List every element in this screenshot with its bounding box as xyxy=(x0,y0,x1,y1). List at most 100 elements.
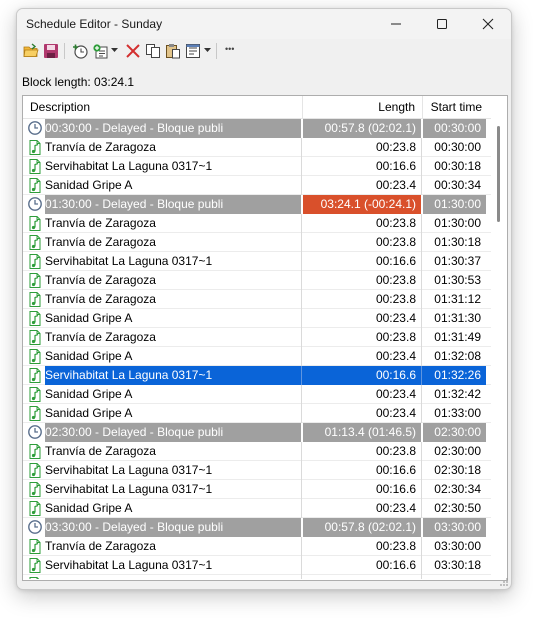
row-start-time: 02:30:00 xyxy=(421,442,486,461)
list-item[interactable]: Servihabitat La Laguna 0317~1 00:16.6 02:3… xyxy=(23,480,491,499)
row-description: Tranvía de Zaragoza xyxy=(45,539,156,553)
row-length: 00:23.8 xyxy=(301,442,421,461)
list-item[interactable]: Tranvía de Zaragoza 00:23.8 01:31:49 xyxy=(23,328,491,347)
save-button[interactable] xyxy=(41,41,61,61)
toolbar-separator xyxy=(216,43,217,59)
title-bar[interactable]: Schedule Editor - Sunday xyxy=(17,9,511,39)
row-start-time: 01:30:53 xyxy=(421,271,486,290)
row-start-time: 00:30:00 xyxy=(421,138,486,157)
row-description: Sanidad Gripe A xyxy=(45,387,133,401)
block-row[interactable]: 00:30:00 - Delayed - Bloque publi 00:57.8… xyxy=(23,119,491,138)
list-item[interactable]: Servihabitat La Laguna 0317~1 00:16.6 02:3… xyxy=(23,461,491,480)
row-description: Tranvía de Zaragoza xyxy=(45,444,156,458)
list-item[interactable]: Sanidad Gripe A 00:23.4 01:31:30 xyxy=(23,309,491,328)
list-item[interactable]: Tranvía de Zaragoza 00:23.8 01:30:53 xyxy=(23,271,491,290)
list-item[interactable]: Tranvía de Zaragoza 00:23.8 00:30:00 xyxy=(23,138,491,157)
audio-file-icon xyxy=(27,291,43,308)
window-title: Schedule Editor - Sunday xyxy=(26,17,163,31)
row-length: 00:23.8 xyxy=(301,214,421,233)
minimize-icon xyxy=(391,23,401,25)
row-length: 00:16.6 xyxy=(301,366,421,385)
clock-icon xyxy=(27,424,43,441)
list-item[interactable]: Tranvía de Zaragoza 00:23.8 03:30:00 xyxy=(23,537,491,556)
block-row[interactable]: 02:30:00 - Delayed - Bloque publi 01:13.4… xyxy=(23,423,491,442)
row-start-time: 01:31:49 xyxy=(421,328,486,347)
schedule-list[interactable]: Description Length Start time 00:30:00 -… xyxy=(22,95,508,581)
copy-button[interactable] xyxy=(143,41,163,61)
row-length: 00:16.6 xyxy=(301,480,421,499)
toolbar: ••• xyxy=(17,39,511,63)
row-length: 00:23.8 xyxy=(301,138,421,157)
column-header-description[interactable]: Description xyxy=(30,96,90,118)
minimize-button[interactable] xyxy=(373,9,419,39)
row-description: Tranvía de Zaragoza xyxy=(45,292,156,306)
chevron-down-icon[interactable] xyxy=(111,48,118,53)
list-item[interactable]: Tranvía de Zaragoza 00:23.8 01:31:12 xyxy=(23,290,491,309)
row-start-time: 01:30:18 xyxy=(421,233,486,252)
more-icon: ••• xyxy=(225,44,235,54)
row-description: Tranvía de Zaragoza xyxy=(45,273,156,287)
maximize-button[interactable] xyxy=(419,9,465,39)
row-length: 00:23.4 xyxy=(301,385,421,404)
row-start-time: 01:32:08 xyxy=(421,347,486,366)
insert-item-button[interactable] xyxy=(90,41,110,61)
clock-icon xyxy=(27,120,43,137)
save-icon xyxy=(44,44,58,58)
list-item[interactable]: Servihabitat La Laguna 0317~1 00:16.6 00:3… xyxy=(23,157,491,176)
row-description: 03:30:00 - Delayed - Bloque publi xyxy=(45,518,301,537)
list-item[interactable]: Sanidad Gripe A 00:23.4 01:32:08 xyxy=(23,347,491,366)
audio-file-icon xyxy=(27,158,43,175)
list-header: Description Length Start time xyxy=(23,96,491,119)
column-header-length[interactable]: Length xyxy=(302,96,419,118)
row-description: Servihabitat La Laguna 0317~1 xyxy=(45,159,213,173)
list-item[interactable]: Sanidad Gripe A 00:23.4 00:30:34 xyxy=(23,176,491,195)
row-description: Sanidad Gripe A xyxy=(45,178,133,192)
properties-button[interactable] xyxy=(183,41,203,61)
list-item[interactable]: Tranvía de Zaragoza 00:23.8 01:30:18 xyxy=(23,233,491,252)
row-description: Tranvía de Zaragoza xyxy=(45,216,156,230)
list-item[interactable]: Sanidad Gripe A 00:23.4 02:30:50 xyxy=(23,499,491,518)
paste-button[interactable] xyxy=(163,41,183,61)
scrollbar-thumb[interactable] xyxy=(497,126,500,222)
list-item[interactable]: Tranvía de Zaragoza00:23.803:30:34 xyxy=(23,575,491,579)
resize-grip-icon[interactable] xyxy=(499,577,509,587)
open-button[interactable] xyxy=(21,41,41,61)
open-folder-icon xyxy=(23,43,39,57)
row-description: Sanidad Gripe A xyxy=(45,501,133,515)
block-row[interactable]: 03:30:00 - Delayed - Bloque publi 00:57.8… xyxy=(23,518,491,537)
add-clock-button[interactable] xyxy=(70,41,90,61)
row-description: Tranvía de Zaragoza xyxy=(45,140,156,154)
copy-icon xyxy=(146,44,160,58)
clock-icon xyxy=(27,519,43,536)
row-start-time: 01:31:30 xyxy=(421,309,486,328)
close-button[interactable] xyxy=(465,9,511,39)
audio-file-icon xyxy=(27,405,43,422)
list-item[interactable]: Servihabitat La Laguna 0317~1 00:16.6 01:3… xyxy=(23,252,491,271)
row-description: Tranvía de Zaragoza xyxy=(45,575,301,579)
row-start-time: 03:30:00 xyxy=(421,537,486,556)
list-item[interactable]: Tranvía de Zaragoza 00:23.8 02:30:00 xyxy=(23,442,491,461)
row-description: 01:30:00 - Delayed - Bloque publi xyxy=(45,195,301,214)
list-item[interactable]: Sanidad Gripe A 00:23.4 01:32:42 xyxy=(23,385,491,404)
insert-item-icon xyxy=(93,44,108,59)
maximize-icon xyxy=(437,19,447,29)
row-start-time: 03:30:00 xyxy=(421,518,486,537)
row-start-time: 02:30:18 xyxy=(421,461,486,480)
delete-button[interactable] xyxy=(123,41,143,61)
list-item[interactable]: Tranvía de Zaragoza 00:23.8 01:30:00 xyxy=(23,214,491,233)
chevron-down-icon[interactable] xyxy=(204,48,211,53)
row-description: Sanidad Gripe A xyxy=(45,406,133,420)
list-item[interactable]: Servihabitat La Laguna 0317~1 00:16.6 01:3… xyxy=(23,366,491,385)
list-item[interactable]: Servihabitat La Laguna 0317~1 00:16.6 03:3… xyxy=(23,556,491,575)
row-start-time: 03:30:18 xyxy=(421,556,486,575)
more-button[interactable]: ••• xyxy=(222,41,248,61)
list-item[interactable]: Sanidad Gripe A 00:23.4 01:33:00 xyxy=(23,404,491,423)
block-row[interactable]: 01:30:00 - Delayed - Bloque publi 03:24.1… xyxy=(23,195,491,214)
audio-file-icon xyxy=(27,500,43,517)
list-rows: 00:30:00 - Delayed - Bloque publi 00:57.8… xyxy=(23,119,491,579)
vertical-scrollbar[interactable] xyxy=(491,96,507,580)
audio-file-icon xyxy=(27,481,43,498)
close-icon xyxy=(482,18,494,30)
paste-icon xyxy=(166,44,180,59)
column-header-start-time[interactable]: Start time xyxy=(422,96,486,118)
